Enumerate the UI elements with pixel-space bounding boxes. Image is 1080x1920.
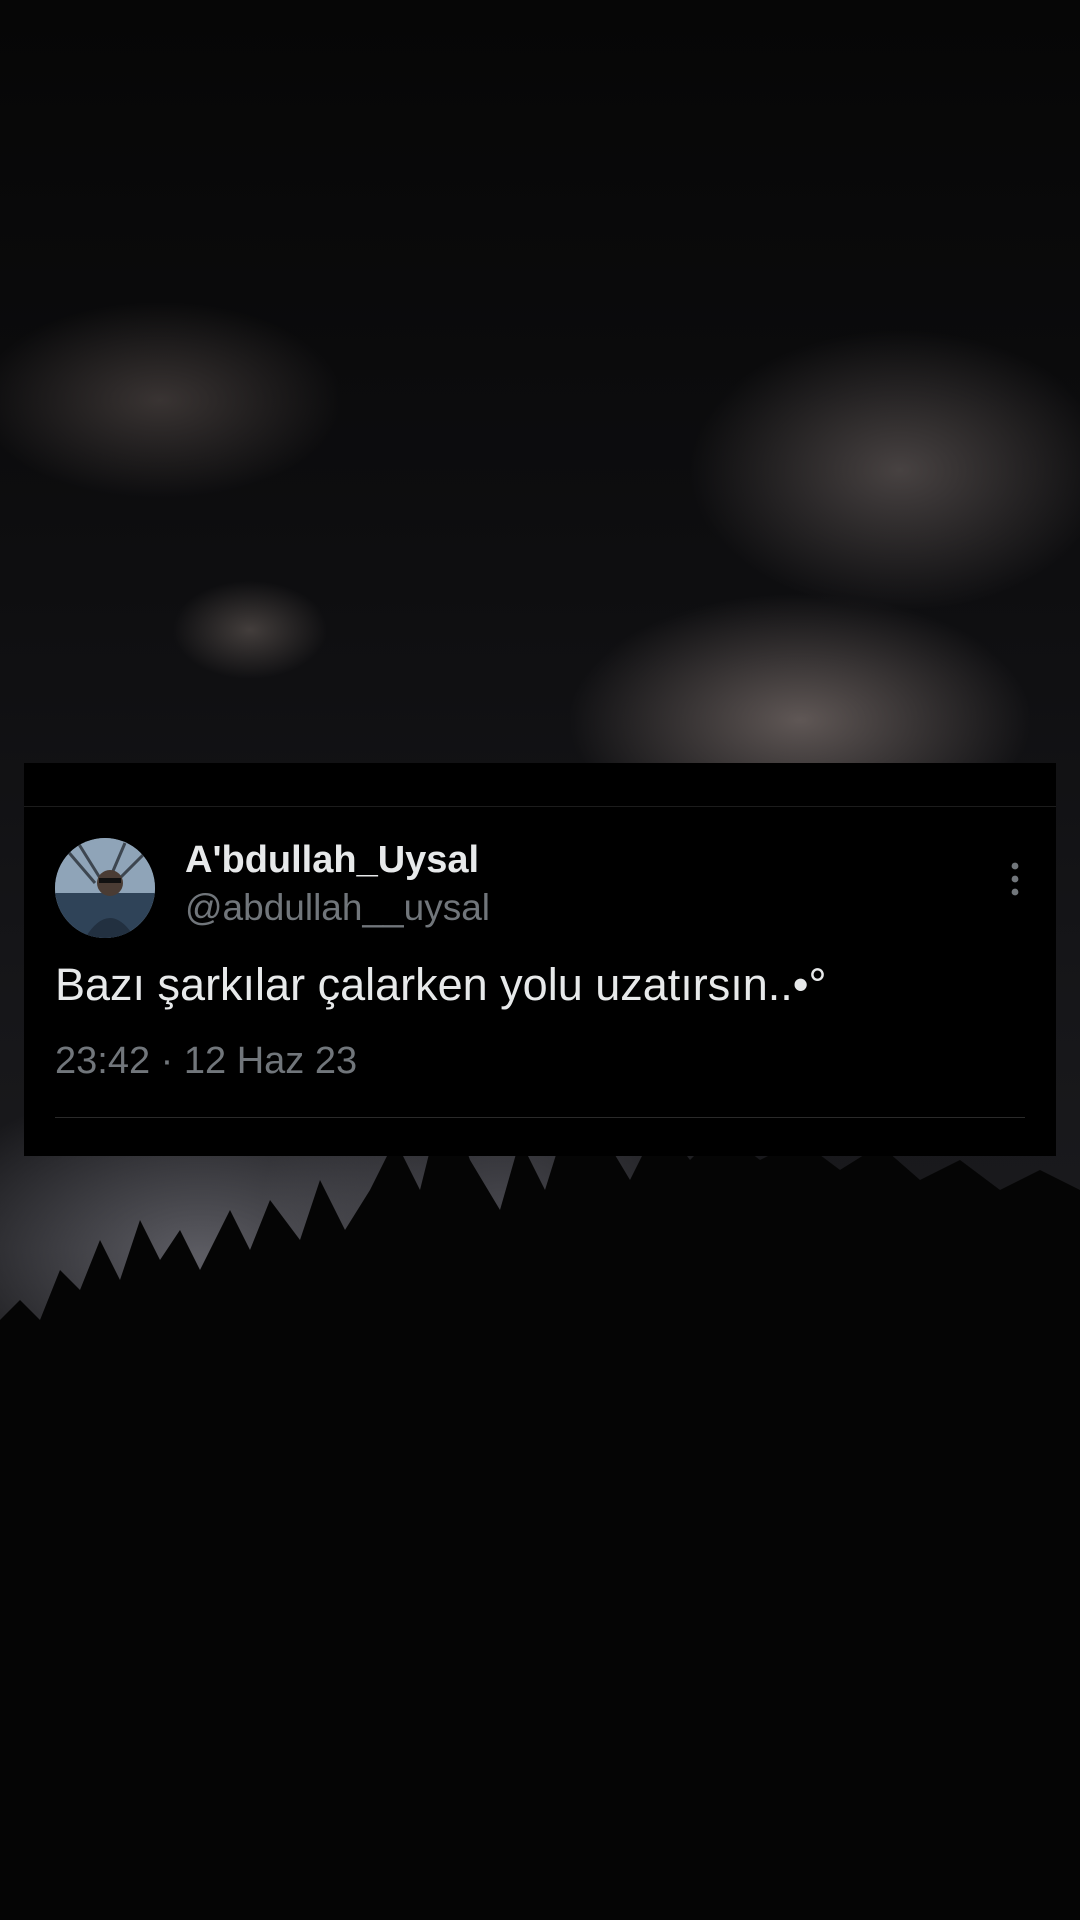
avatar-photo	[55, 838, 155, 938]
divider	[55, 1117, 1025, 1118]
divider	[24, 806, 1056, 807]
meta-separator: ·	[160, 1040, 174, 1082]
avatar[interactable]	[55, 838, 155, 938]
tweet-time: 23:42	[55, 1040, 151, 1082]
username-handle[interactable]: @abdullah__uysal	[185, 887, 490, 929]
treeline-silhouette	[0, 1150, 1080, 1920]
tweet-timestamp[interactable]: 23:42 · 12 Haz 23	[55, 1040, 357, 1083]
display-name[interactable]: A'bdullah_Uysal	[185, 839, 479, 882]
tweet-date: 12 Haz 23	[183, 1040, 358, 1082]
more-vertical-icon[interactable]	[1000, 859, 1030, 899]
tweet-text: Bazı şarkılar çalarken yolu uzatırsın..•…	[55, 959, 827, 1010]
tweet-card[interactable]: A'bdullah_Uysal @abdullah__uysal Bazı şa…	[24, 763, 1056, 1156]
